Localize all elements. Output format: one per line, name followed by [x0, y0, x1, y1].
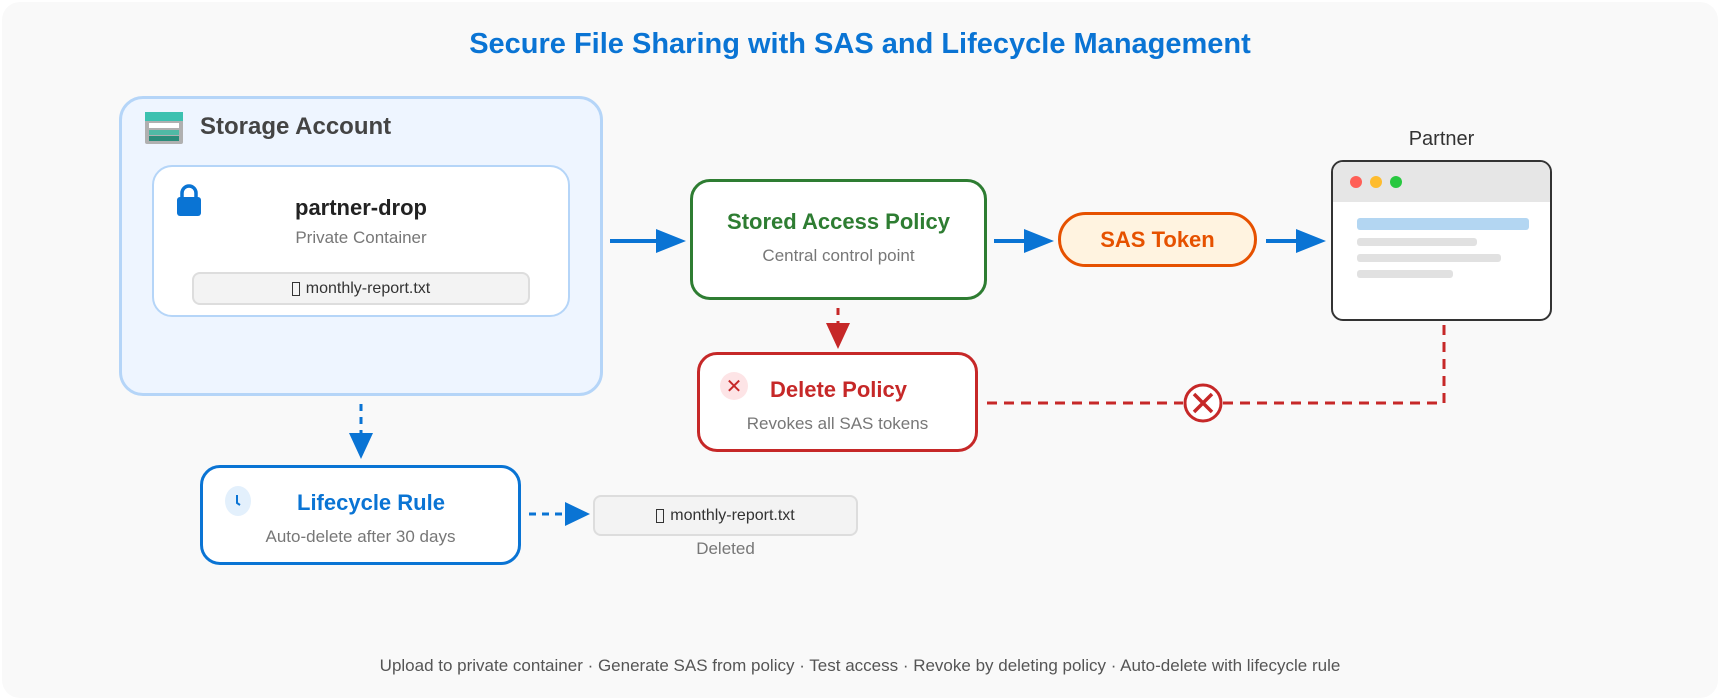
policy-subtitle: Central control point [762, 246, 915, 265]
content-placeholder [1357, 238, 1477, 246]
file-name: monthly-report.txt [305, 279, 431, 297]
blocked-icon [1183, 383, 1223, 423]
sas-token-node[interactable]: SAS Token [1058, 212, 1257, 267]
storage-account-title: Storage Account [200, 113, 392, 140]
minimize-dot-icon [1370, 176, 1382, 188]
close-dot-icon [1350, 176, 1362, 188]
arrow-storage-to-lifecycle [349, 404, 373, 459]
arrow-policy-to-sas [994, 229, 1054, 253]
container-type: Private Container [295, 228, 427, 247]
delete-policy-subtitle: Revokes all SAS tokens [746, 414, 929, 433]
partner-browser-window [1331, 160, 1552, 321]
arrow-policy-to-delete [826, 308, 850, 349]
lifecycle-rule-title: Lifecycle Rule [297, 490, 445, 515]
lifecycle-rule-subtitle: Auto-delete after 30 days [265, 527, 456, 546]
deleted-status: Deleted [696, 539, 755, 558]
sas-token-label: SAS Token [1100, 226, 1215, 252]
browser-titlebar [1333, 162, 1550, 202]
arrow-storage-to-policy [610, 229, 686, 253]
content-placeholder [1357, 218, 1529, 230]
clock-icon [225, 486, 251, 516]
delete-policy-title: Delete Policy [770, 377, 907, 402]
maximize-dot-icon [1390, 176, 1402, 188]
policy-title: Stored Access Policy [727, 209, 950, 234]
footer-caption: Upload to private container · Generate S… [379, 656, 1341, 675]
storage-account-icon [145, 112, 183, 144]
container-name: partner-drop [295, 195, 427, 220]
file-icon [656, 508, 665, 523]
content-placeholder [1357, 270, 1453, 278]
delete-x-icon: ✕ [720, 372, 748, 400]
arrow-sas-to-partner [1266, 229, 1326, 253]
deleted-file-name: monthly-report.txt [670, 506, 795, 524]
file-item[interactable]: monthly-report.txt [192, 272, 530, 305]
stored-access-policy-node[interactable] [690, 179, 987, 300]
content-placeholder [1357, 254, 1501, 262]
arrow-lifecycle-to-file [529, 502, 590, 526]
file-icon [291, 281, 300, 296]
partner-label: Partner [1408, 128, 1475, 150]
deleted-file-item: monthly-report.txt [593, 495, 858, 536]
